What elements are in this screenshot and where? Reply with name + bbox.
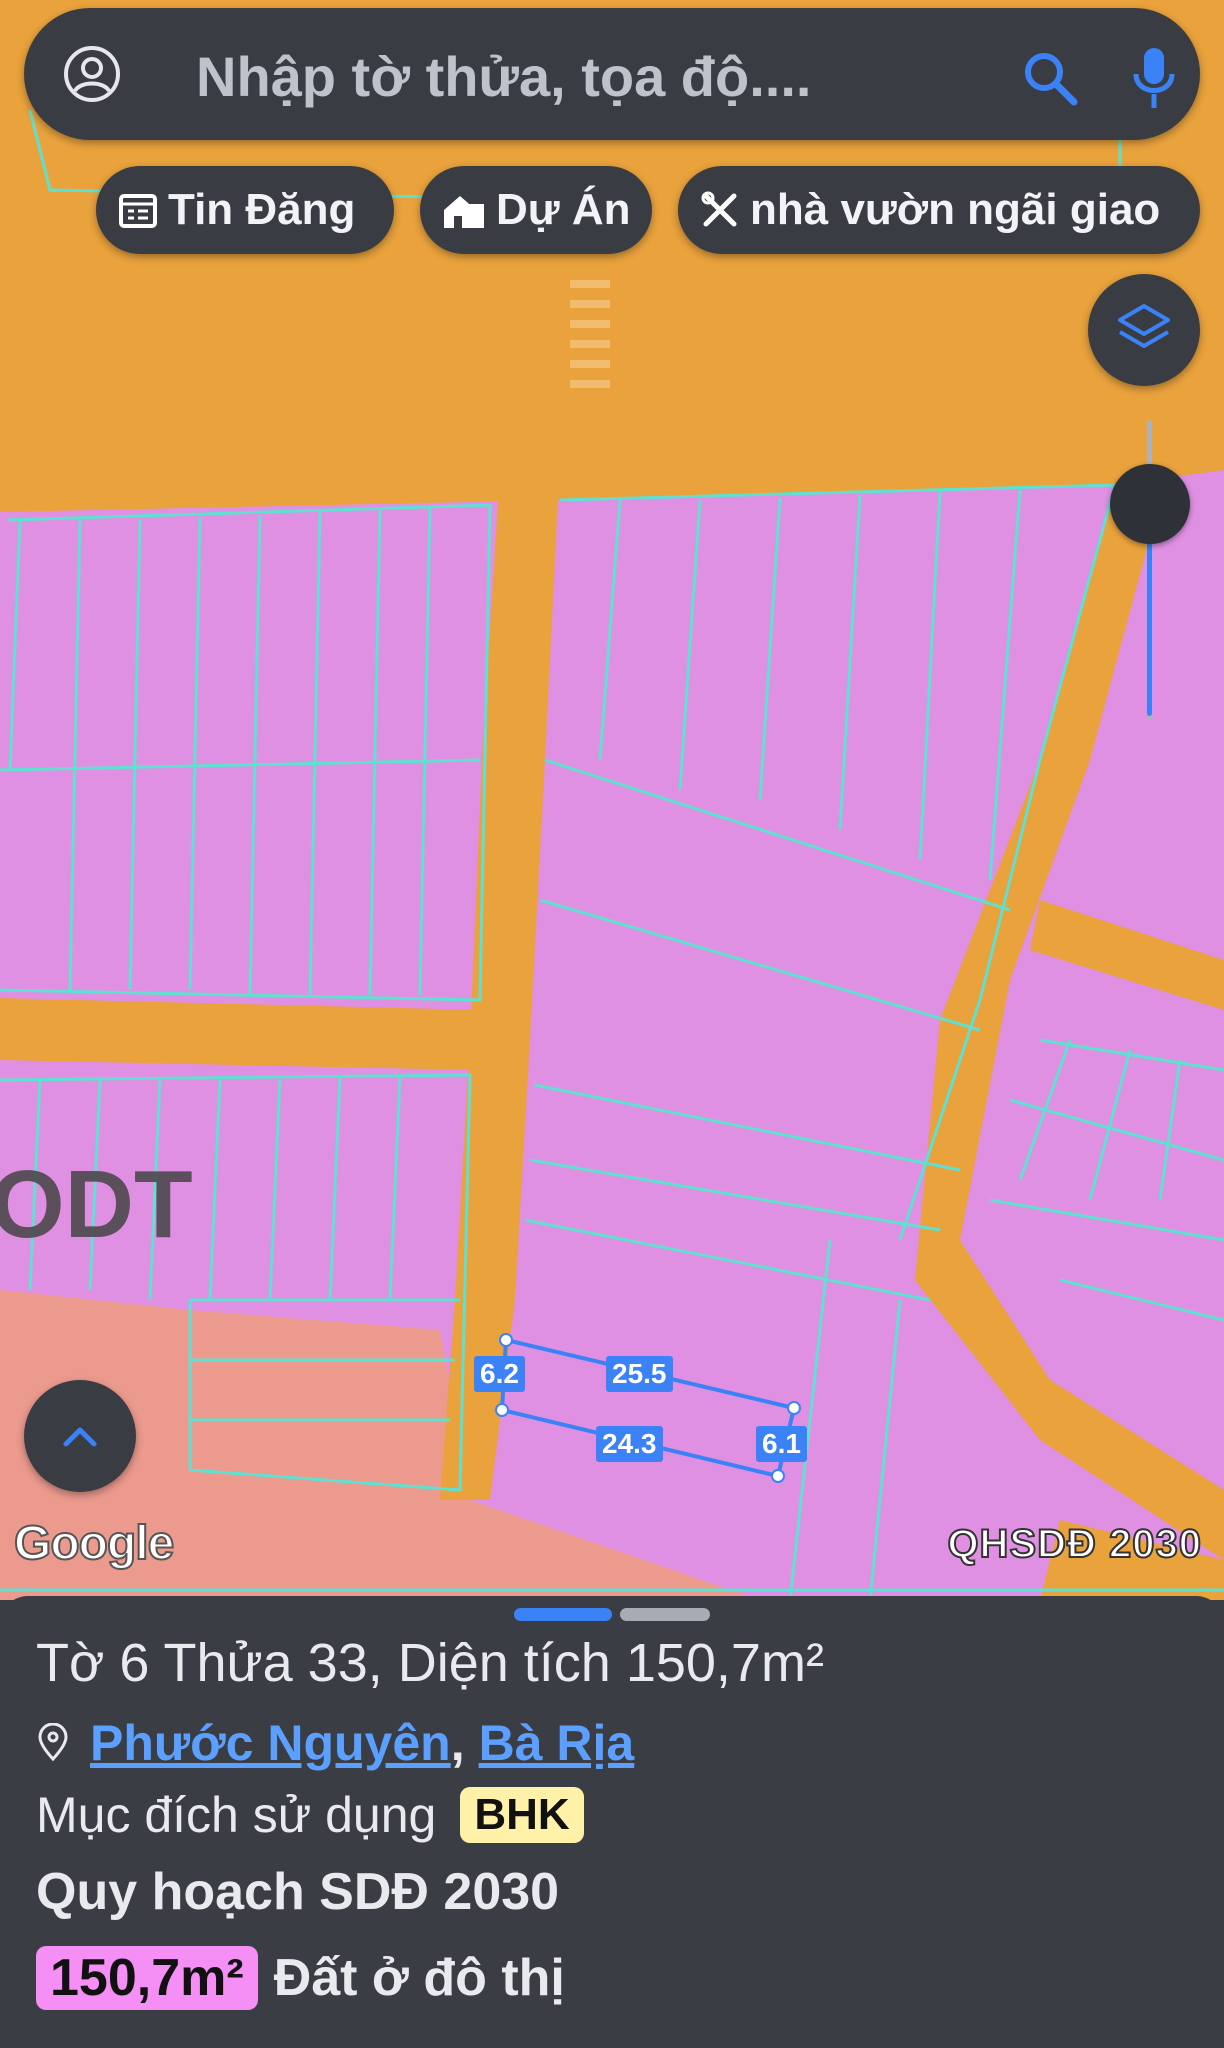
tools-icon	[701, 191, 737, 227]
zone-label: ODT	[0, 1151, 193, 1258]
chip-nha-vuon-ngai-giao[interactable]: nhà vườn ngãi giao	[678, 166, 1200, 254]
plan-type-label: Đất ở đô thị	[273, 1949, 565, 2007]
parcel-title: Tờ 6 Thửa 33, Diện tích 150,7m²	[36, 1633, 824, 1693]
calendar-list-icon	[119, 194, 157, 228]
purpose-code-badge: BHK	[460, 1787, 584, 1843]
dimension-bottom: 24.3	[596, 1426, 663, 1462]
chip-du-an[interactable]: Dự Án	[420, 166, 652, 254]
purpose-row: Mục đích sử dụng BHK	[36, 1786, 584, 1844]
expand-button[interactable]	[24, 1380, 136, 1492]
page-indicator-active[interactable]	[514, 1608, 612, 1621]
ward-link[interactable]: Phước Nguyên	[90, 1714, 451, 1772]
location-row: Phước Nguyên , Bà Rịa	[36, 1714, 634, 1772]
page-indicator-inactive[interactable]	[620, 1608, 710, 1621]
google-attribution: Google	[13, 1516, 175, 1571]
dimension-right: 6.1	[756, 1426, 807, 1462]
plan-area-row: 150,7m² Đất ở đô thị	[36, 1946, 565, 2010]
chip-label: nhà vườn ngãi giao	[750, 185, 1161, 234]
search-input[interactable]: Nhập tờ thửa, tọa độ....	[196, 44, 811, 109]
search-icon[interactable]	[1020, 48, 1080, 108]
building-icon	[444, 196, 484, 228]
layers-icon	[1118, 304, 1170, 348]
search-bar[interactable]: Nhập tờ thửa, tọa độ....	[24, 8, 1200, 140]
location-pin-icon	[38, 1723, 68, 1762]
layer-name-label: QHSDĐ 2030	[946, 1521, 1202, 1567]
slider-thumb[interactable]	[1110, 464, 1190, 544]
microphone-icon[interactable]	[1128, 44, 1180, 112]
city-link[interactable]: Bà Rịa	[479, 1714, 635, 1772]
chevron-up-icon	[63, 1427, 97, 1447]
location-separator: ,	[450, 1715, 465, 1771]
purpose-label: Mục đích sử dụng	[36, 1787, 437, 1843]
plan-title: Quy hoạch SDĐ 2030	[36, 1863, 560, 1921]
chip-tin-dang[interactable]: Tin Đăng	[96, 166, 394, 254]
account-icon[interactable]	[62, 44, 122, 104]
dimension-top: 25.5	[606, 1356, 673, 1392]
layers-button[interactable]	[1088, 274, 1200, 386]
dimension-left: 6.2	[474, 1356, 525, 1392]
chip-label: Tin Đăng	[168, 185, 356, 234]
chip-label: Dự Án	[496, 185, 631, 234]
plan-area-badge: 150,7m²	[36, 1946, 258, 2010]
